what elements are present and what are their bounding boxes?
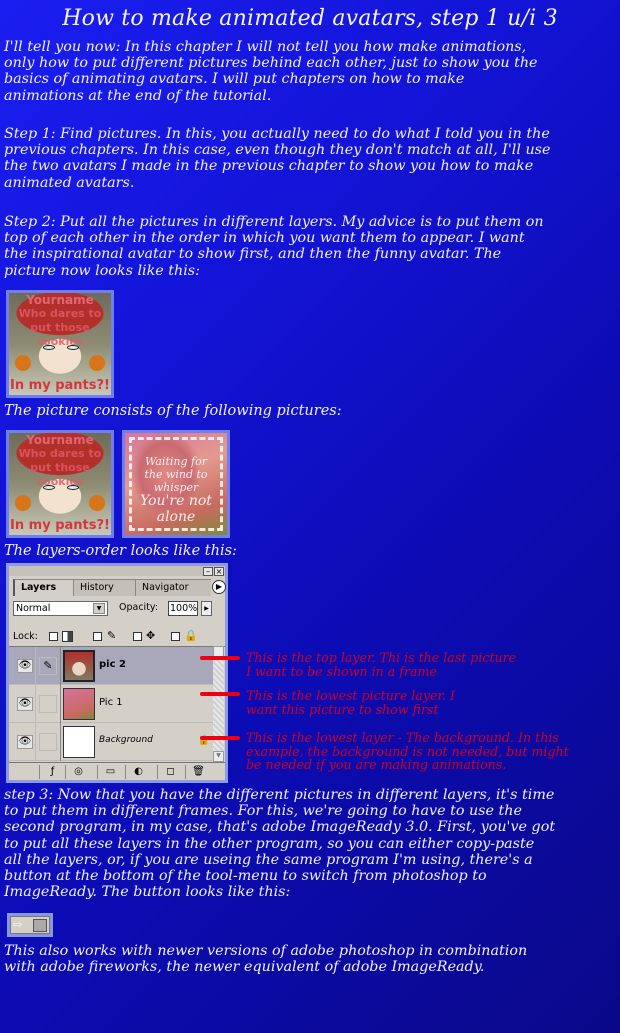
lock-label: Lock: [13,631,38,642]
panel-menu-button[interactable]: ▶ [212,580,226,594]
avatar-eyes [43,485,79,491]
avatar-text-line4: You're not [140,493,212,509]
delete-layer-button[interactable]: 🗑 [185,765,211,779]
avatar-text-line3: put those cookies [30,321,90,348]
pointer-line [200,656,240,660]
layer-name: Pic 1 [99,697,123,708]
blend-mode-select[interactable]: Normal ▼ [13,601,108,616]
adjustment-layer-button[interactable]: ◐ [125,765,151,779]
avatar-text-line5: alone [156,509,196,525]
eye-icon[interactable]: 👁 [17,735,33,749]
transparency-icon [62,631,73,642]
inspirational-avatar-image: Waiting for the wind to whisper You're n… [122,430,230,538]
panel-tabs: Layers History Navigator ▶ [13,579,227,596]
avatar-text-line3: put those cookies [30,461,90,488]
closing-paragraph: This also works with newer versions of a… [4,943,528,976]
step2-paragraph: Step 2: Put all the pictures in differen… [4,214,544,279]
layer-style-button[interactable]: ƒ [39,765,65,779]
brush-icon[interactable]: ✎ [39,657,57,675]
blend-mode-value: Normal [16,603,51,614]
lock-transparency-checkbox[interactable] [49,632,58,641]
eye-icon[interactable]: 👁 [17,659,33,673]
close-button[interactable]: × [214,567,224,576]
layer-name: pic 2 [99,659,126,670]
funny-avatar-image: Yourname Who dares to put those cookies I… [6,430,114,538]
cookie-icon [89,495,105,511]
caption-consists: The picture consists of the following pi… [4,403,342,419]
avatar-text-bottom: In my pants?! [10,378,110,393]
imageready-icon [33,919,47,932]
jump-to-imageready-button[interactable]: ⇨ [7,913,53,937]
lock-image-checkbox[interactable] [93,632,102,641]
empty-link-cell[interactable] [39,733,57,751]
opacity-label: Opacity: [119,602,159,613]
panel-titlebar: – × [9,566,225,576]
cookie-icon [89,355,105,371]
layers-scrollbar[interactable]: ▼ [213,646,224,762]
opacity-arrow-button[interactable]: ▶ [201,601,212,616]
avatar-text-line2: Who dares to [18,307,102,320]
lock-icon: 🔒 [184,629,198,642]
intro-paragraph: I'll tell you now: In this chapter I wil… [4,39,538,104]
layer-row-background[interactable]: 👁 Background 🔒 [9,723,214,761]
blend-row: Normal ▼ Opacity: 100% ▶ [13,601,227,617]
annotation-picture-layer: This is the lowest picture layer. I want… [246,688,456,717]
layer-thumbnail [63,650,95,682]
avatar-text-name: Yourname [26,433,94,447]
move-icon: ✥ [146,629,156,642]
lock-position-checkbox[interactable] [133,632,142,641]
layer-row-pic1[interactable]: 👁 Pic 1 [9,685,214,723]
pointer-line [200,692,240,696]
tab-history[interactable]: History [73,579,135,596]
layer-name: Background [99,735,153,745]
annotation-background-layer: This is the lowest layer - The backgroun… [246,730,569,772]
imageready-button-face: ⇨ [10,916,50,934]
opacity-input[interactable]: 100% [168,601,198,616]
empty-link-cell[interactable] [39,695,57,713]
eye-icon[interactable]: 👁 [17,697,33,711]
tab-navigator[interactable]: Navigator [135,579,211,596]
photoshop-arrow-icon: ⇨ [13,918,23,931]
lock-row: Lock: ✎ ✥ 🔒 [13,630,227,644]
caption-layers-order: The layers-order looks like this: [4,543,237,559]
cookie-icon [15,355,31,371]
panel-bottom-bar: ƒ ◎ ▭ ◐ ◻ 🗑 [9,762,225,780]
layer-thumbnail [63,726,95,758]
lock-all-checkbox[interactable] [171,632,180,641]
avatar-eyes [43,345,79,351]
step1-paragraph: Step 1: Find pictures. In this, you actu… [4,126,551,191]
combined-avatar-image: Yourname Who dares to put those cookies I… [6,290,114,398]
scroll-down-arrow[interactable]: ▼ [213,751,224,762]
avatar-text-name: Yourname [26,293,94,307]
new-layer-button[interactable]: ◻ [157,765,183,779]
layers-panel: – × Layers History Navigator ▶ Normal ▼ … [6,563,228,783]
minimize-button[interactable]: – [203,567,213,576]
add-mask-button[interactable]: ◎ [65,765,91,779]
step3-paragraph: step 3: Now that you have the different … [4,787,556,901]
layer-thumbnail [63,688,95,720]
page-title: How to make animated avatars, step 1 u/i… [62,6,558,31]
avatar-text-bottom: In my pants?! [10,518,110,533]
avatar-text-line2: the wind to [144,468,208,481]
avatar-text-middle: Who dares to put those cookies [9,307,111,349]
new-set-folder-button[interactable]: ▭ [97,765,123,779]
avatar-text-line1: Waiting for [145,455,207,468]
tab-layers[interactable]: Layers [13,579,73,596]
avatar-text-line2: Who dares to [18,447,102,460]
brush-icon: ✎ [107,629,117,642]
cookie-icon [15,495,31,511]
chevron-down-icon: ▼ [93,603,105,614]
layers-list: 👁 ✎ pic 2 👁 Pic 1 👁 Background 🔒 [9,646,225,762]
avatar-text-middle: Who dares to put those cookies [9,447,111,489]
pointer-line [200,736,240,740]
annotation-top-layer: This is the top layer. Thi is the last p… [246,650,517,679]
layer-row-pic2[interactable]: 👁 ✎ pic 2 [9,647,214,685]
